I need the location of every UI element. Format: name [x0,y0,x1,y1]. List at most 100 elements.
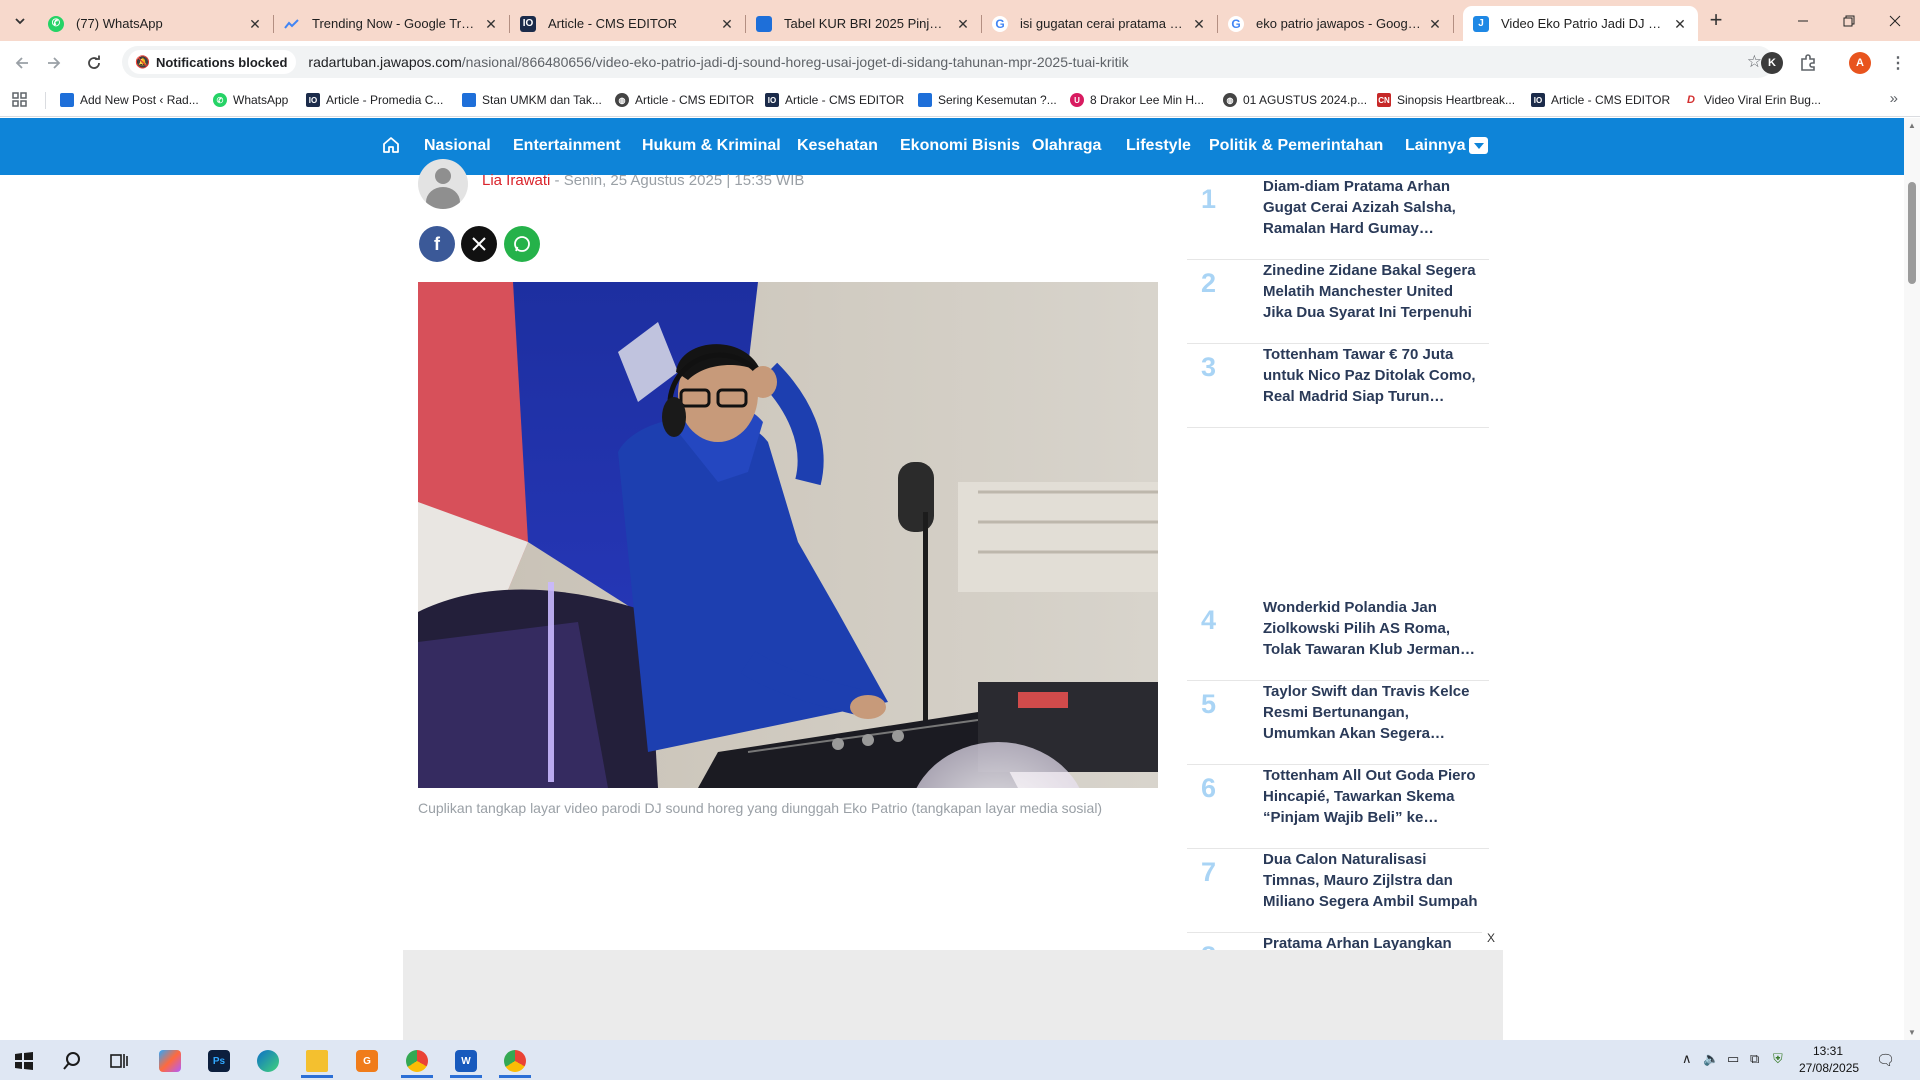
reload-button[interactable] [80,49,108,77]
security-shield-icon[interactable]: ⛨ [1773,1051,1783,1067]
address-bar[interactable]: 🔕 Notifications blocked radartuban.jawap… [122,46,1774,78]
back-button[interactable] [8,49,36,77]
taskbar-copilot[interactable] [148,1044,192,1078]
taskbar-search-button[interactable] [50,1044,94,1078]
menu-kebab-icon[interactable]: ⋮ [1887,52,1909,74]
bookmark-article-cms-1[interactable]: ◍ Article - CMS EDITOR [615,91,754,109]
page-scrollbar[interactable]: ▲ ▼ [1904,118,1920,1040]
caret-down-icon[interactable] [1469,137,1488,154]
network-icon[interactable]: ▭ [1727,1051,1739,1067]
popular-article-title[interactable]: Pratama Arhan Layangkan [1263,933,1481,950]
nav-olahraga[interactable]: Olahraga [1032,137,1101,155]
popular-article-item[interactable]: 4 Wonderkid Polandia Jan Ziolkowski Pili… [1187,597,1489,681]
author-name[interactable]: Lia Irawati [482,172,550,189]
taskbar-word[interactable]: W [444,1044,488,1078]
taskbar-chrome-profile[interactable] [493,1044,537,1078]
tab-whatsapp[interactable]: ✆ (77) WhatsApp ✕ [38,6,274,41]
profile-avatar[interactable]: A [1849,52,1871,74]
bookmark-01-agustus[interactable]: ◍ 01 AGUSTUS 2024.p... [1223,91,1367,109]
popular-article-title[interactable]: Zinedine Zidane Bakal Segera Melatih Man… [1263,260,1481,323]
popular-article-item[interactable]: 1 Diam-diam Pratama Arhan Gugat Cerai Az… [1187,176,1489,260]
tab-search-button[interactable] [8,9,32,33]
nav-hukum-kriminal[interactable]: Hukum & Kriminal [642,137,781,155]
display-icon[interactable]: ⧉ [1750,1051,1759,1067]
nav-kesehatan[interactable]: Kesehatan [797,137,878,155]
sticky-ad-slot[interactable] [403,950,1503,1040]
extensions-puzzle-icon[interactable] [1797,52,1819,74]
apps-grid-icon[interactable] [12,92,27,111]
popular-article-item[interactable]: 7 Dua Calon Naturalisasi Timnas, Mauro Z… [1187,849,1489,933]
restore-button[interactable] [1826,0,1872,41]
close-icon[interactable]: ✕ [1191,16,1207,32]
new-tab-button[interactable]: + [1703,8,1729,34]
tab-cms-editor[interactable]: IO Article - CMS EDITOR ✕ [510,6,746,41]
bookmark-whatsapp[interactable]: ✆ WhatsApp [213,91,288,109]
tab-google-trends[interactable]: Trending Now - Google Trends ✕ [274,6,510,41]
bookmark-video-viral[interactable]: D Video Viral Erin Bug... [1684,91,1821,109]
nav-lifestyle[interactable]: Lifestyle [1126,137,1191,155]
notifications-blocked-chip[interactable]: 🔕 Notifications blocked [128,50,297,74]
nav-entertainment[interactable]: Entertainment [513,137,621,155]
taskbar-edge[interactable] [246,1044,290,1078]
popular-article-item[interactable]: 2 Zinedine Zidane Bakal Segera Melatih M… [1187,260,1489,344]
nav-lainnya[interactable]: Lainnya [1405,137,1465,155]
nav-politik-pemerintahan[interactable]: Politik & Pemerintahan [1209,137,1383,155]
bookmark-sinopsis[interactable]: CN Sinopsis Heartbreak... [1377,91,1515,109]
close-icon[interactable]: ✕ [719,16,735,32]
bookmark-sering-kesemutan[interactable]: Sering Kesemutan ?... [918,91,1057,109]
popular-article-title[interactable]: Diam-diam Pratama Arhan Gugat Cerai Aziz… [1263,176,1481,239]
nav-nasional[interactable]: Nasional [424,137,491,155]
system-clock[interactable]: 13:31 27/08/2025 [1799,1043,1859,1077]
tray-chevron-up-icon[interactable]: ∧ [1682,1051,1692,1067]
forward-button[interactable] [40,49,68,77]
share-facebook-button[interactable]: f [419,226,455,262]
share-whatsapp-button[interactable] [504,226,540,262]
bookmark-article-promedia[interactable]: IO Article - Promedia C... [306,91,443,109]
tab-active-article[interactable]: J Video Eko Patrio Jadi DJ Sound ✕ [1463,6,1698,41]
bookmark-drakor[interactable]: U 8 Drakor Lee Min H... [1070,91,1204,109]
tab-kur-bri[interactable]: Tabel KUR BRI 2025 Pinjaman R ✕ [746,6,982,41]
popular-article-title[interactable]: Wonderkid Polandia Jan Ziolkowski Pilih … [1263,597,1481,660]
nav-ekonomi-bisnis[interactable]: Ekonomi Bisnis [900,137,1020,155]
taskbar-gallery[interactable]: G [345,1044,389,1078]
bookmark-add-new-post[interactable]: Add New Post ‹ Rad... [60,91,199,109]
url-text[interactable]: radartuban.jawapos.com/nasional/86648065… [308,54,1128,70]
taskbar-file-explorer[interactable] [295,1044,339,1078]
scrollbar-thumb[interactable] [1908,182,1916,284]
taskbar-chrome[interactable] [395,1044,439,1078]
extension-profile-icon[interactable]: K [1761,52,1783,74]
task-view-button[interactable] [97,1044,141,1078]
speaker-icon[interactable]: 🔈 [1703,1051,1719,1067]
share-x-button[interactable] [461,226,497,262]
article-photo[interactable] [418,282,1158,788]
chevron-double-right-icon[interactable]: » [1890,90,1898,107]
close-window-button[interactable] [1872,0,1918,41]
popular-article-item[interactable]: 3 Tottenham Tawar € 70 Juta untuk Nico P… [1187,344,1489,428]
close-icon[interactable]: ✕ [1427,16,1443,32]
start-button[interactable] [2,1044,46,1078]
popular-article-title[interactable]: Taylor Swift dan Travis Kelce Resmi Bert… [1263,681,1481,744]
home-icon[interactable] [381,135,401,155]
tab-google-search-1[interactable]: G isi gugatan cerai pratama arhan ✕ [982,6,1218,41]
popular-article-title[interactable]: Tottenham All Out Goda Piero Hincapié, T… [1263,765,1481,828]
popular-article-item[interactable]: 6 Tottenham All Out Goda Piero Hincapié,… [1187,765,1489,849]
bookmark-stan-umkm[interactable]: Stan UMKM dan Tak... [462,91,602,109]
close-icon[interactable]: ✕ [955,16,971,32]
bookmark-article-cms-2[interactable]: IO Article - CMS EDITOR [765,91,904,109]
notification-center-icon[interactable]: 🗨 [1876,1051,1895,1069]
bookmark-article-cms-3[interactable]: IO Article - CMS EDITOR [1531,91,1670,109]
close-icon[interactable]: ✕ [247,16,263,32]
popular-article-item[interactable]: 5 Taylor Swift dan Travis Kelce Resmi Be… [1187,681,1489,765]
minimize-button[interactable] [1780,0,1826,41]
bookmark-star-icon[interactable]: ☆ [1747,52,1762,72]
tab-google-search-2[interactable]: G eko patrio jawapos - Google Se ✕ [1218,6,1454,41]
ad-close-button[interactable]: X [1482,929,1500,947]
taskbar-photoshop[interactable]: Ps [197,1044,241,1078]
popular-article-title[interactable]: Dua Calon Naturalisasi Timnas, Mauro Zij… [1263,849,1481,912]
scroll-up-arrow-icon[interactable]: ▲ [1908,121,1916,130]
scroll-down-arrow-icon[interactable]: ▼ [1908,1028,1916,1037]
popular-article-item[interactable]: 8 Pratama Arhan Layangkan [1187,933,1489,950]
author-avatar[interactable] [418,159,468,209]
popular-article-title[interactable]: Tottenham Tawar € 70 Juta untuk Nico Paz… [1263,344,1481,407]
close-icon[interactable]: ✕ [483,16,499,32]
